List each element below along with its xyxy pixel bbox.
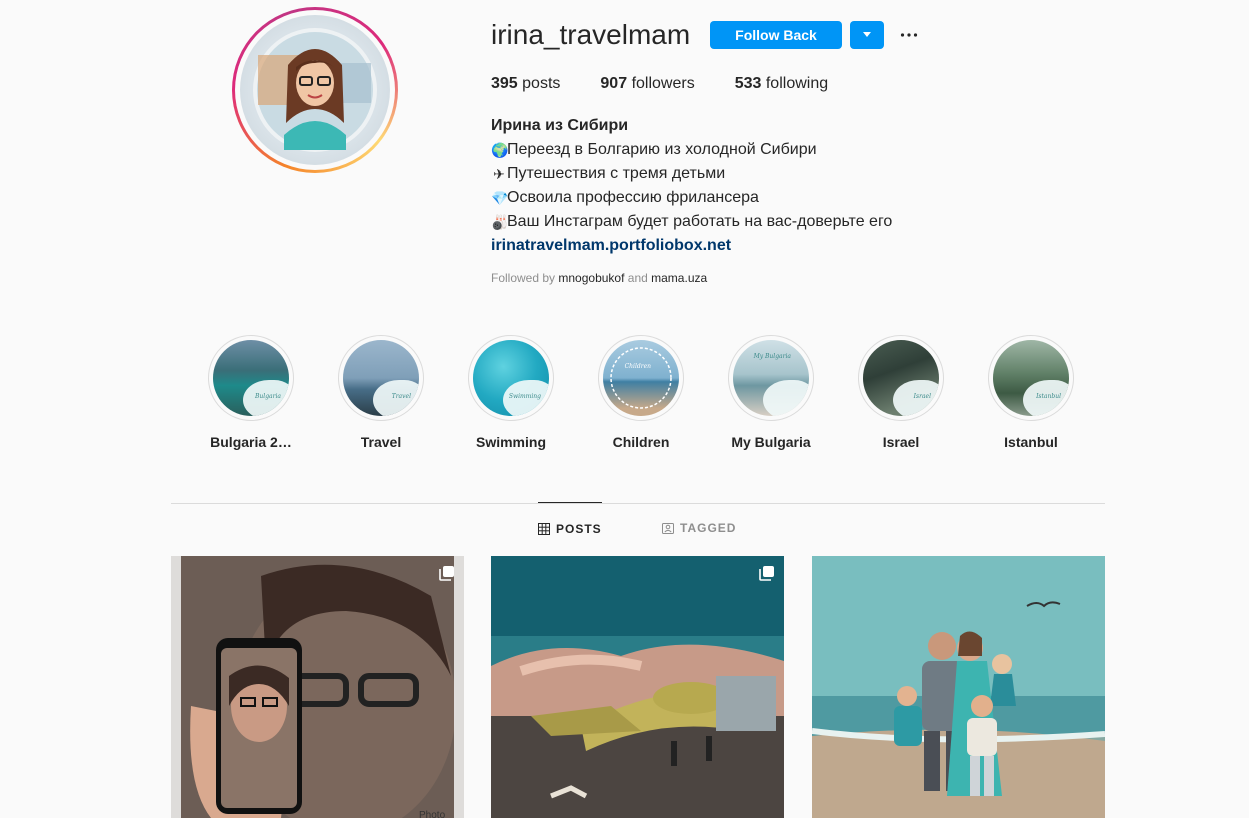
- stat-followers[interactable]: 907 followers: [600, 74, 694, 94]
- bio-line: ✈ Путешествия с тремя детьми: [491, 162, 892, 186]
- highlight-label: Children: [612, 434, 670, 450]
- highlight-cover-text: Travel: [391, 393, 411, 400]
- highlight-cover-text: Israel: [913, 393, 931, 400]
- bio-text: Ваш Инстаграм будет работать на вас-дове…: [507, 213, 893, 230]
- followed-by-conj: and: [627, 271, 648, 285]
- tagged-user-icon: [662, 523, 674, 534]
- followed-by: Followed by mnogobukof and mama.uza: [491, 270, 707, 286]
- stat-posts: 395 posts: [491, 74, 560, 94]
- tab-tagged[interactable]: TAGGED: [662, 502, 736, 554]
- multiple-photos-icon: [759, 566, 774, 581]
- suggested-dropdown-button[interactable]: [850, 21, 884, 49]
- bio-line: 🌍 Переезд в Болгарию из холодной Сибири: [491, 138, 892, 162]
- airplane-icon: ✈: [493, 166, 505, 182]
- bio-line: 💎 Освоила профессию фрилансера: [491, 186, 892, 210]
- bio-website-link[interactable]: irinatravelmam.portfoliobox.net: [491, 237, 731, 254]
- bio-line: 🎳 Ваш Инстаграм будет работать на вас-дов…: [491, 210, 892, 234]
- more-options-button[interactable]: [896, 22, 922, 48]
- highlight-cover-text: Istanbul: [1036, 393, 1061, 400]
- highlight-blot: [763, 380, 809, 416]
- stat-following-count: 533: [734, 75, 762, 92]
- post-thumbnail[interactable]: [491, 556, 784, 818]
- highlight-image: Children: [603, 340, 679, 416]
- stat-following-label: following: [765, 75, 829, 92]
- post-thumbnail[interactable]: Photo: [171, 556, 464, 818]
- highlight-cover-text: My Bulgaria: [753, 353, 791, 360]
- highlight-cover-text: Swimming: [508, 393, 541, 400]
- highlight-cover: Travel: [338, 335, 424, 421]
- highlight-cover: Bulgaria: [208, 335, 294, 421]
- tab-tagged-label: TAGGED: [680, 521, 737, 535]
- diamond-icon: 💎: [491, 190, 509, 206]
- stat-posts-label: posts: [522, 75, 561, 92]
- highlight-item[interactable]: Istanbul Istanbul: [985, 335, 1077, 450]
- followed-by-prefix: Followed by: [491, 271, 556, 285]
- highlight-image: Bulgaria: [213, 340, 289, 416]
- followed-by-user[interactable]: mnogobukof: [558, 271, 624, 285]
- highlight-cover: My Bulgaria: [728, 335, 814, 421]
- highlight-cover-text: Children: [624, 363, 651, 370]
- post-thumbnail[interactable]: [812, 556, 1105, 818]
- highlight-item[interactable]: My Bulgaria My Bulgaria: [725, 335, 817, 450]
- post-image: [812, 556, 1105, 818]
- profile-bio: Ирина из Сибири 🌍 Переезд в Болгарию из х…: [491, 114, 892, 258]
- profile-username: irina_travelmam: [491, 19, 691, 50]
- highlight-label: Israel: [882, 434, 920, 450]
- post-image: Photo: [171, 556, 464, 818]
- highlight-image: Travel: [343, 340, 419, 416]
- highlight-label: My Bulgaria: [731, 434, 811, 450]
- follow-back-button[interactable]: Follow Back: [710, 21, 842, 49]
- highlight-item[interactable]: Israel Israel: [855, 335, 947, 450]
- bowling-icon: 🎳: [491, 214, 509, 230]
- followed-by-user[interactable]: mama.uza: [651, 271, 707, 285]
- highlight-label: Swimming: [475, 434, 546, 450]
- stat-following[interactable]: 533 following: [735, 74, 828, 94]
- bio-text: Путешествия с тремя детьми: [507, 165, 726, 182]
- tabs-divider: [171, 503, 1105, 504]
- avatar-image: [240, 15, 390, 165]
- highlight-item[interactable]: Swimming Swimming: [465, 335, 557, 450]
- bio-name: Ирина из Сибири: [491, 117, 629, 134]
- stat-followers-label: followers: [631, 75, 695, 92]
- grid-icon: [538, 522, 550, 535]
- caret-down-icon: [863, 32, 871, 37]
- multiple-photos-icon: [439, 566, 454, 581]
- highlight-cover: Swimming: [468, 335, 554, 421]
- highlight-item[interactable]: Bulgaria Bulgaria 2…: [205, 335, 297, 450]
- tab-posts-label: POSTS: [556, 521, 602, 536]
- highlight-image: Swimming: [473, 340, 549, 416]
- bio-text: Переезд в Болгарию из холодной Сибири: [507, 141, 817, 158]
- highlight-item[interactable]: Travel Travel: [335, 335, 427, 450]
- highlight-cover: Istanbul: [988, 335, 1074, 421]
- highlight-item[interactable]: Children Children: [595, 335, 687, 450]
- globe-icon: 🌍: [491, 142, 509, 158]
- story-highlights: Bulgaria Bulgaria 2… Travel Travel Swimm…: [205, 335, 1115, 450]
- post-image: [491, 556, 784, 818]
- post-photo-label: Photo: [419, 810, 446, 818]
- highlight-cover: Israel: [858, 335, 944, 421]
- highlight-image: Istanbul: [993, 340, 1069, 416]
- highlight-image: My Bulgaria: [733, 340, 809, 416]
- highlight-label: Istanbul: [1004, 434, 1058, 450]
- profile-avatar[interactable]: [232, 7, 398, 173]
- more-dots-icon: [900, 33, 918, 37]
- bio-text: Освоила профессию фрилансера: [507, 189, 759, 206]
- stat-posts-count: 395: [491, 75, 518, 92]
- highlight-label: Bulgaria 2…: [210, 434, 292, 450]
- highlight-cover: Children: [598, 335, 684, 421]
- avatar-inner: [235, 10, 395, 170]
- avatar-illustration: [253, 28, 377, 152]
- highlight-frame: [610, 347, 672, 409]
- profile-stats: 395 posts 907 followers 533 following: [491, 74, 868, 94]
- stat-followers-count: 907: [600, 75, 628, 92]
- tab-posts[interactable]: POSTS: [538, 502, 602, 554]
- highlight-cover-text: Bulgaria: [255, 393, 281, 400]
- highlight-label: Travel: [360, 434, 402, 450]
- highlight-image: Israel: [863, 340, 939, 416]
